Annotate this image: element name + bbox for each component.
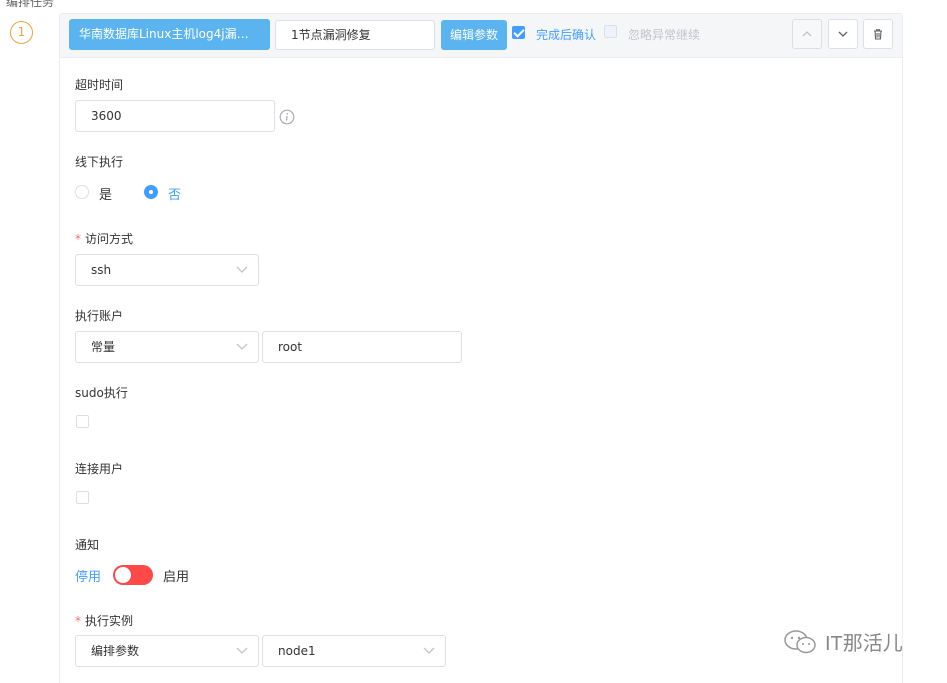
offline-yes-label[interactable]: 是 (99, 184, 112, 203)
offline-exec-label: 线下执行 (75, 155, 124, 169)
chevron-down-icon (423, 647, 435, 654)
edit-params-button[interactable]: 编辑参数 (441, 20, 507, 50)
chevron-down-icon (838, 31, 848, 37)
task-description-input[interactable]: 1节点漏洞修复 (275, 20, 435, 50)
ignore-exception-checkbox[interactable] (604, 25, 617, 38)
task-name-button[interactable]: 华南数据库Linux主机log4j漏洞... (69, 19, 270, 50)
instance-source-value: 编排参数 (91, 644, 140, 658)
timeout-label: 超时时间 (75, 78, 124, 92)
sudo-exec-label: sudo执行 (75, 386, 128, 400)
task-step-panel: 华南数据库Linux主机log4j漏洞... 1节点漏洞修复 编辑参数 完成后确… (59, 13, 903, 683)
notify-switch[interactable] (113, 565, 153, 585)
account-type-value: 常量 (91, 340, 116, 354)
task-step-header: 华南数据库Linux主机log4j漏洞... 1节点漏洞修复 编辑参数 完成后确… (60, 14, 902, 58)
instance-node-value: node1 (278, 644, 316, 658)
access-method-select[interactable]: ssh (75, 254, 259, 286)
watermark: IT那活儿 (783, 627, 903, 656)
confirm-after-done-label[interactable]: 完成后确认 (536, 26, 596, 43)
offline-no-label[interactable]: 否 (168, 184, 181, 203)
notify-label: 通知 (75, 538, 100, 552)
chevron-down-icon (236, 647, 248, 654)
exec-account-label: 执行账户 (75, 309, 124, 323)
switch-knob (115, 567, 131, 583)
access-method-value: ssh (91, 263, 112, 277)
exec-instance-label: * 执行实例 (75, 612, 133, 629)
access-method-label-text: 访问方式 (85, 232, 134, 246)
chevron-down-icon (236, 343, 248, 350)
offline-yes-radio[interactable] (75, 185, 89, 199)
connect-user-label: 连接用户 (75, 462, 124, 476)
delete-step-button[interactable] (863, 19, 893, 49)
access-method-label: * 访问方式 (75, 230, 133, 247)
instance-node-select[interactable]: node1 (262, 635, 446, 667)
connect-user-checkbox[interactable] (76, 491, 89, 504)
info-icon[interactable] (279, 109, 295, 125)
required-mark: * (75, 614, 81, 628)
notify-on-label[interactable]: 启用 (163, 566, 189, 585)
account-input[interactable]: root (262, 331, 462, 363)
account-type-select[interactable]: 常量 (75, 331, 259, 363)
chevron-up-icon (802, 31, 812, 37)
wechat-icon (784, 629, 816, 653)
notify-off-label[interactable]: 停用 (75, 566, 101, 585)
move-up-button[interactable] (792, 19, 822, 49)
instance-source-select[interactable]: 编排参数 (75, 635, 259, 667)
exec-instance-label-text: 执行实例 (85, 614, 134, 628)
timeout-input[interactable]: 3600 (75, 100, 275, 132)
sudo-exec-checkbox[interactable] (76, 415, 89, 428)
confirm-after-done-checkbox[interactable] (512, 26, 525, 39)
offline-no-radio[interactable] (144, 185, 158, 199)
chevron-down-icon (236, 266, 248, 273)
ignore-exception-label[interactable]: 忽略异常继续 (628, 26, 700, 43)
move-down-button[interactable] (828, 19, 858, 49)
trash-icon (874, 29, 882, 40)
required-mark: * (75, 232, 81, 246)
watermark-text: IT那活儿 (825, 633, 903, 655)
step-number-badge: 1 (10, 21, 33, 44)
section-title: 编排任务 (6, 0, 55, 9)
